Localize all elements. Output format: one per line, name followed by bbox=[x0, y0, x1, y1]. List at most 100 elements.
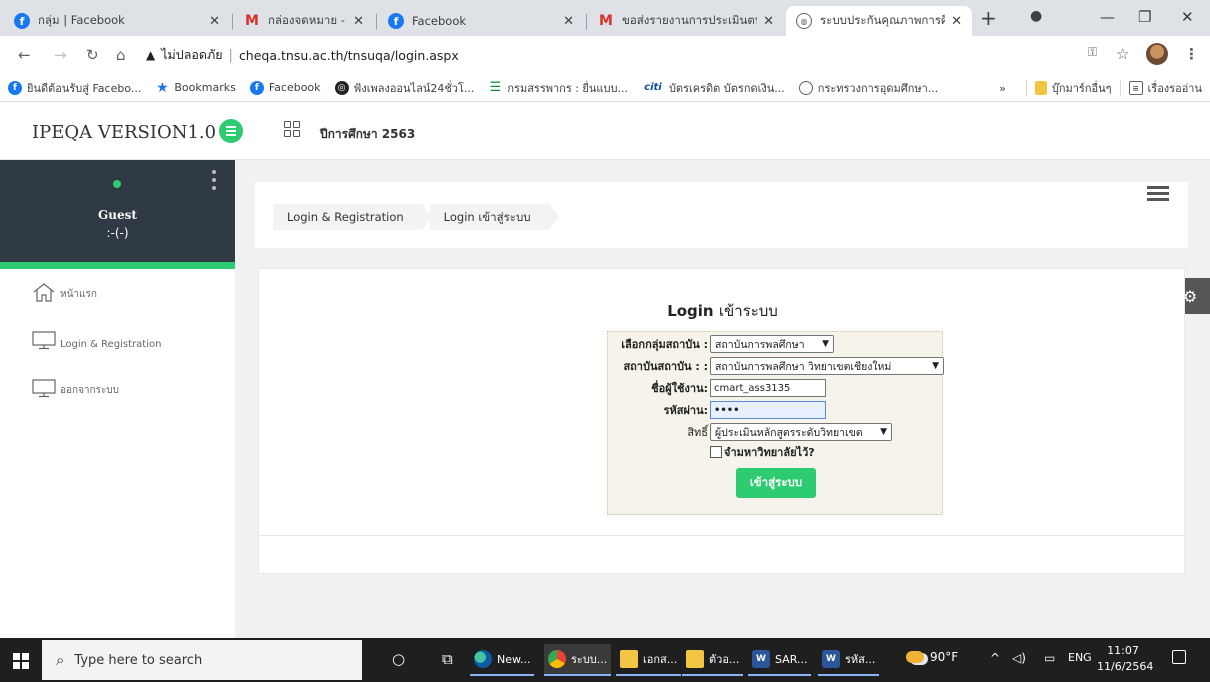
taskbar-app[interactable]: W SAR... bbox=[748, 644, 812, 676]
back-icon[interactable]: ← bbox=[18, 46, 31, 64]
taskbar-app[interactable]: ระบบ... bbox=[544, 644, 612, 676]
select-value: สถาบันการพลศึกษา วิทยาเขตเชียงใหม่ bbox=[715, 360, 892, 373]
institute-row: สถาบันสถาบัน : : สถาบันการพลศึกษา วิทยาเ… bbox=[608, 356, 944, 376]
close-icon[interactable]: ✕ bbox=[951, 14, 962, 29]
username-input[interactable]: cmart_ass3135 bbox=[710, 379, 826, 397]
browser-tab[interactable]: f กลุ่ม | Facebook ✕ bbox=[4, 6, 230, 36]
user-panel: Guest :-(-) bbox=[0, 160, 235, 262]
taskbar-app-label: ตัวอ... bbox=[709, 653, 740, 666]
taskbar-app[interactable]: ตัวอ... bbox=[682, 644, 744, 676]
bookmark-item[interactable]: ★ Bookmarks bbox=[155, 80, 236, 96]
role-select[interactable]: ผู้ประเมินหลักสูตรระดับวิทยาเขต ▼ bbox=[710, 423, 892, 441]
url-text[interactable]: cheqa.tnsu.ac.th/tnsuqa/login.aspx bbox=[239, 48, 459, 63]
taskbar-app-label: รหัส... bbox=[845, 653, 876, 666]
other-bookmarks-label: บุ๊กมาร์กอื่นๆ bbox=[1051, 82, 1112, 95]
apps-grid-icon[interactable] bbox=[284, 121, 300, 137]
address-bar[interactable]: ▲ ไม่ปลอดภัย | cheqa.tnsu.ac.th/tnsuqa/l… bbox=[146, 42, 1146, 68]
task-view-icon[interactable]: ⧉ bbox=[442, 650, 453, 668]
bookmarks-overflow-icon[interactable]: » bbox=[999, 82, 1006, 95]
password-input[interactable]: •••• bbox=[710, 401, 826, 419]
remember-checkbox[interactable] bbox=[710, 446, 722, 458]
volume-icon[interactable]: ◁) bbox=[1012, 651, 1026, 665]
taskbar-app[interactable]: เอกส... bbox=[616, 644, 682, 676]
browser-tab[interactable]: M ขอส่งรายงานการประเมินตนเอง ✕ bbox=[588, 6, 784, 36]
login-button[interactable]: เข้าสู่ระบบ bbox=[736, 468, 816, 498]
browser-tab[interactable]: M กล่องจดหมาย - jumsuksanee ✕ bbox=[234, 6, 374, 36]
browser-menu-icon[interactable]: ⋮ bbox=[1184, 45, 1199, 63]
app-brand[interactable]: IPEQA VERSION1.0 bbox=[32, 122, 216, 143]
profile-avatar[interactable] bbox=[1146, 43, 1168, 65]
breadcrumb-item[interactable]: Login & Registration bbox=[273, 204, 432, 230]
weather-widget[interactable]: 90°F bbox=[906, 650, 958, 664]
browser-tab[interactable]: f Facebook ✕ bbox=[378, 6, 584, 36]
user-menu-icon[interactable] bbox=[212, 170, 216, 194]
sidebar-item-label: หน้าแรก bbox=[60, 289, 97, 300]
institute-select[interactable]: สถาบันการพลศึกษา วิทยาเขตเชียงใหม่ ▼ bbox=[710, 357, 944, 375]
sidebar-item-login-registration[interactable]: Login & Registration bbox=[32, 330, 161, 350]
forward-icon[interactable]: → bbox=[54, 46, 67, 64]
reload-icon[interactable]: ↻ bbox=[86, 46, 99, 64]
institute-group-select[interactable]: สถาบันการพลศึกษา ▼ bbox=[710, 335, 834, 353]
taskbar-app-label: ระบบ... bbox=[571, 653, 608, 666]
select-value: ผู้ประเมินหลักสูตรระดับวิทยาเขต bbox=[715, 426, 863, 439]
window-close-icon[interactable]: ✕ bbox=[1181, 8, 1194, 26]
chevron-down-icon: ▼ bbox=[822, 339, 829, 349]
username-row: ชื่อผู้ใช้งาน: cmart_ass3135 bbox=[608, 378, 826, 398]
sidebar-item-logout[interactable]: ออกจากระบบ bbox=[32, 378, 119, 398]
divider: | bbox=[228, 47, 233, 63]
globe-icon: ◍ bbox=[796, 13, 812, 29]
cortana-icon[interactable]: ○ bbox=[392, 650, 405, 668]
weather-temp: 90°F bbox=[930, 650, 959, 664]
bookmark-item[interactable]: กระทรวงการอุดมศึกษา... bbox=[798, 79, 938, 97]
bookmark-item[interactable]: ☰ กรมสรรพากร : ยื่นแบบ... bbox=[488, 79, 628, 97]
browser-toolbar: ← → ↻ ⌂ ▲ ไม่ปลอดภัย | cheqa.tnsu.ac.th/… bbox=[0, 36, 1210, 74]
taskbar-app[interactable]: W รหัส... bbox=[818, 644, 880, 676]
new-tab-button[interactable]: + bbox=[980, 8, 997, 28]
system-clock[interactable]: 11:07 11/6/2564 bbox=[1097, 643, 1153, 675]
notification-icon[interactable] bbox=[1172, 650, 1186, 664]
divider bbox=[1119, 80, 1121, 96]
soccer-ball-icon: ◎ bbox=[334, 80, 349, 95]
collapse-menu-icon[interactable] bbox=[1147, 186, 1169, 202]
hamburger-icon bbox=[226, 130, 236, 132]
bookmark-item[interactable]: citi บัตรเครดิต บัตรกดเงิน... bbox=[642, 79, 785, 97]
bookmark-item[interactable]: f Facebook bbox=[249, 80, 321, 95]
maximize-icon[interactable]: ❐ bbox=[1138, 8, 1151, 26]
citi-icon: citi bbox=[644, 82, 662, 93]
language-indicator[interactable]: ENG bbox=[1068, 651, 1092, 664]
app-header: IPEQA VERSION1.0 ปีการศึกษา 2563 bbox=[0, 102, 1210, 160]
network-icon[interactable]: ▭ bbox=[1044, 651, 1055, 665]
windows-start-icon[interactable] bbox=[13, 653, 29, 669]
close-icon[interactable]: ✕ bbox=[353, 14, 364, 29]
close-icon[interactable]: ✕ bbox=[563, 14, 574, 29]
close-icon[interactable]: ✕ bbox=[209, 14, 220, 29]
close-icon[interactable]: ✕ bbox=[763, 14, 774, 29]
breadcrumb-card: Login & Registration Login เข้าสู่ระบบ bbox=[255, 182, 1188, 248]
minimize-icon[interactable]: — bbox=[1100, 8, 1115, 26]
home-button-icon[interactable]: ⌂ bbox=[116, 46, 126, 64]
reading-list-label: เรื่องรออ่าน bbox=[1147, 82, 1202, 95]
other-bookmarks[interactable]: บุ๊กมาร์กอื่นๆ bbox=[1034, 79, 1112, 97]
tab-search-icon[interactable]: ● bbox=[1030, 8, 1042, 24]
globe-icon bbox=[798, 80, 813, 95]
search-icon: ⌕ bbox=[56, 651, 65, 669]
bookmarks-bar: f ยินดีต้อนรับสู่ Facebo... ★ Bookmarks … bbox=[0, 74, 1210, 102]
bookmark-item[interactable]: f ยินดีต้อนรับสู่ Facebo... bbox=[8, 79, 141, 97]
bookmark-item[interactable]: ◎ ฟังเพลงออนไลน์24ชั่วโ... bbox=[334, 79, 474, 97]
menu-toggle-button[interactable] bbox=[219, 119, 243, 143]
bookmark-star-icon[interactable]: ☆ bbox=[1116, 45, 1129, 63]
security-label[interactable]: ไม่ปลอดภัย bbox=[161, 45, 222, 65]
taskbar-app[interactable]: New... bbox=[470, 644, 535, 676]
tray-chevron-icon[interactable]: ^ bbox=[990, 651, 1000, 665]
taskbar-search[interactable]: ⌕ Type here to search bbox=[42, 640, 362, 680]
breadcrumb-item-current[interactable]: Login เข้าสู่ระบบ bbox=[429, 204, 559, 230]
browser-tab-active[interactable]: ◍ ระบบประกันคุณภาพการศึกษา ✕ bbox=[786, 6, 972, 36]
key-icon[interactable]: ⚿ bbox=[1088, 45, 1097, 60]
warning-icon[interactable]: ▲ bbox=[146, 48, 155, 62]
tab-title: กลุ่ม | Facebook bbox=[38, 13, 125, 27]
gmail-icon: M bbox=[245, 13, 259, 29]
reading-list[interactable]: ≡ เรื่องรออ่าน bbox=[1128, 79, 1202, 97]
facebook-icon: f bbox=[8, 80, 22, 95]
sidebar-item-home[interactable]: หน้าแรก bbox=[32, 282, 97, 302]
user-name: Guest bbox=[98, 208, 137, 222]
